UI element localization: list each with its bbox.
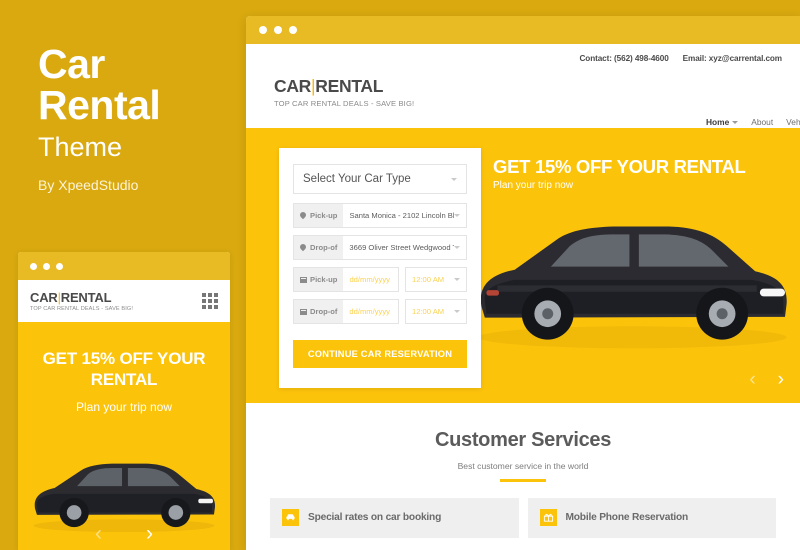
pickup-time-value: 12:00 AM — [412, 275, 445, 284]
mobile-car-image — [33, 463, 216, 533]
car-type-value: Select Your Car Type — [303, 173, 411, 185]
calendar-icon — [300, 276, 307, 284]
dropoff-time-field[interactable]: 12:00 AM — [405, 299, 467, 324]
pickup-date-field[interactable]: Pick-up dd/mm/yyyy — [293, 267, 399, 292]
mobile-hero: GET 15% OFF YOUR RENTAL Plan your trip n… — [18, 322, 230, 550]
dropoff-date-input[interactable]: dd/mm/yyyy — [343, 300, 398, 323]
screenshot-root: Car Rental Theme By XpeedStudio CAR|RENT… — [0, 0, 800, 550]
mobile-preview: CAR|RENTAL TOP CAR RENTAL DEALS - SAVE B… — [18, 252, 230, 550]
grid-menu-icon[interactable] — [202, 293, 218, 309]
pickup-location-field[interactable]: Pick-up Santa Monica - 2102 Lincoln Blvd — [293, 203, 467, 228]
window-dot-maximize[interactable] — [289, 26, 297, 34]
hero-carousel-arrows: ‹ › — [749, 370, 784, 389]
mobile-site-header: CAR|RENTAL TOP CAR RENTAL DEALS - SAVE B… — [18, 280, 230, 322]
hero-headline: GET 15% OFF YOUR RENTAL — [493, 156, 746, 177]
dropoff-location-field[interactable]: Drop-of 3669 Oliver Street Wedgwood Texa — [293, 235, 467, 260]
promo-block: Car Rental Theme By XpeedStudio — [38, 41, 238, 194]
window-dot-maximize[interactable] — [56, 262, 63, 270]
dropoff-date-label: Drop-of — [294, 300, 344, 323]
hero-carousel-prev[interactable]: ‹ — [749, 370, 755, 389]
nav-item-vehicle-models[interactable]: Vehicle Models — [786, 117, 800, 127]
mobile-brand[interactable]: CAR|RENTAL TOP CAR RENTAL DEALS - SAVE B… — [30, 290, 133, 312]
dropoff-time-value: 12:00 AM — [412, 307, 445, 316]
gift-icon — [539, 509, 557, 526]
dropoff-date-field[interactable]: Drop-of dd/mm/yyyy — [293, 299, 399, 324]
browser-window-chrome — [246, 16, 800, 44]
site-brand-text: CAR|RENTAL — [274, 76, 384, 96]
car-icon — [282, 509, 299, 526]
promo-title-line1: Car — [38, 41, 105, 87]
mobile-brand-tagline: TOP CAR RENTAL DEALS - SAVE BIG! — [30, 306, 133, 312]
dropoff-location-label: Drop-of — [294, 236, 344, 259]
hero-car-image — [478, 226, 787, 349]
promo-title-line2: Rental — [38, 82, 161, 128]
mobile-carousel-arrows: ‹ › — [18, 523, 230, 544]
customer-services-section: Customer Services Best customer service … — [246, 403, 800, 538]
nav-item-about[interactable]: About — [751, 117, 773, 127]
car-type-select[interactable]: Select Your Car Type — [293, 164, 467, 194]
pickup-time-field[interactable]: 12:00 AM — [405, 267, 467, 292]
contact-bar: Contact: (562) 498-4600 Email: xyz@carre… — [579, 54, 782, 63]
dropoff-datetime-row: Drop-of dd/mm/yyyy 12:00 AM — [293, 299, 467, 324]
site-brand[interactable]: CAR|RENTAL TOP CAR RENTAL DEALS - SAVE B… — [274, 76, 414, 108]
main-navigation: Home About Vehicle Models Testimonials T… — [706, 117, 800, 127]
browser-window: Contact: (562) 498-4600 Email: xyz@carre… — [246, 16, 800, 550]
service-card-mobile-reservation[interactable]: Mobile Phone Reservation — [527, 497, 776, 538]
window-dot-close[interactable] — [259, 26, 267, 34]
chevron-down-icon — [454, 310, 460, 313]
dropoff-location-value: 3669 Oliver Street Wedgwood Texa — [349, 243, 454, 252]
pickup-date-input[interactable]: dd/mm/yyyy — [343, 268, 398, 291]
chevron-down-icon — [454, 278, 460, 281]
hero-carousel-next[interactable]: › — [778, 370, 784, 389]
contact-email: Email: xyz@carrental.com — [682, 54, 782, 63]
location-pin-icon — [300, 244, 307, 252]
mobile-hero-subhead: Plan your trip now — [75, 399, 173, 414]
site-header: Contact: (562) 498-4600 Email: xyz@carre… — [246, 44, 800, 128]
promo-subtitle: Theme — [38, 132, 123, 162]
window-dot-close[interactable] — [30, 262, 37, 270]
site-brand-tagline: TOP CAR RENTAL DEALS - SAVE BIG! — [274, 99, 415, 108]
mobile-window-chrome — [18, 252, 230, 280]
window-dot-minimize[interactable] — [274, 26, 282, 34]
continue-reservation-button[interactable]: CONTINUE CAR RESERVATION — [293, 340, 467, 368]
service-card-label: Mobile Phone Reservation — [565, 512, 689, 523]
mobile-hero-headline: GET 15% OFF YOUR RENTAL — [42, 349, 206, 390]
chevron-down-icon — [732, 120, 739, 124]
pickup-location-label: Pick-up — [294, 204, 344, 227]
mobile-carousel-next[interactable]: › — [146, 523, 153, 544]
services-card-list: Special rates on car booking Mobile Phon… — [246, 482, 800, 538]
services-subtitle: Best customer service in the world — [457, 461, 589, 471]
pickup-date-label: Pick-up — [294, 268, 344, 291]
booking-form: Select Your Car Type Pick-up Santa Monic… — [279, 148, 481, 388]
pickup-location-value: Santa Monica - 2102 Lincoln Blvd — [349, 211, 454, 220]
chevron-down-icon — [454, 246, 460, 249]
mobile-carousel-prev[interactable]: ‹ — [95, 523, 102, 544]
service-card-label: Special rates on car booking — [308, 512, 442, 523]
hero-section: GET 15% OFF YOUR RENTAL Plan your trip n… — [246, 128, 800, 421]
nav-item-home[interactable]: Home — [706, 117, 739, 127]
location-pin-icon — [300, 212, 307, 220]
pickup-datetime-row: Pick-up dd/mm/yyyy 12:00 AM — [293, 267, 467, 292]
window-dot-minimize[interactable] — [43, 262, 50, 270]
contact-phone: Contact: (562) 498-4600 — [579, 54, 669, 63]
service-card-special-rates[interactable]: Special rates on car booking — [270, 497, 519, 538]
calendar-icon — [300, 308, 307, 316]
chevron-down-icon — [454, 214, 460, 217]
services-title: Customer Services — [434, 429, 612, 451]
mobile-brand-text: CAR|RENTAL — [30, 290, 112, 305]
promo-byline: By XpeedStudio — [38, 177, 139, 193]
chevron-down-icon — [451, 177, 457, 181]
